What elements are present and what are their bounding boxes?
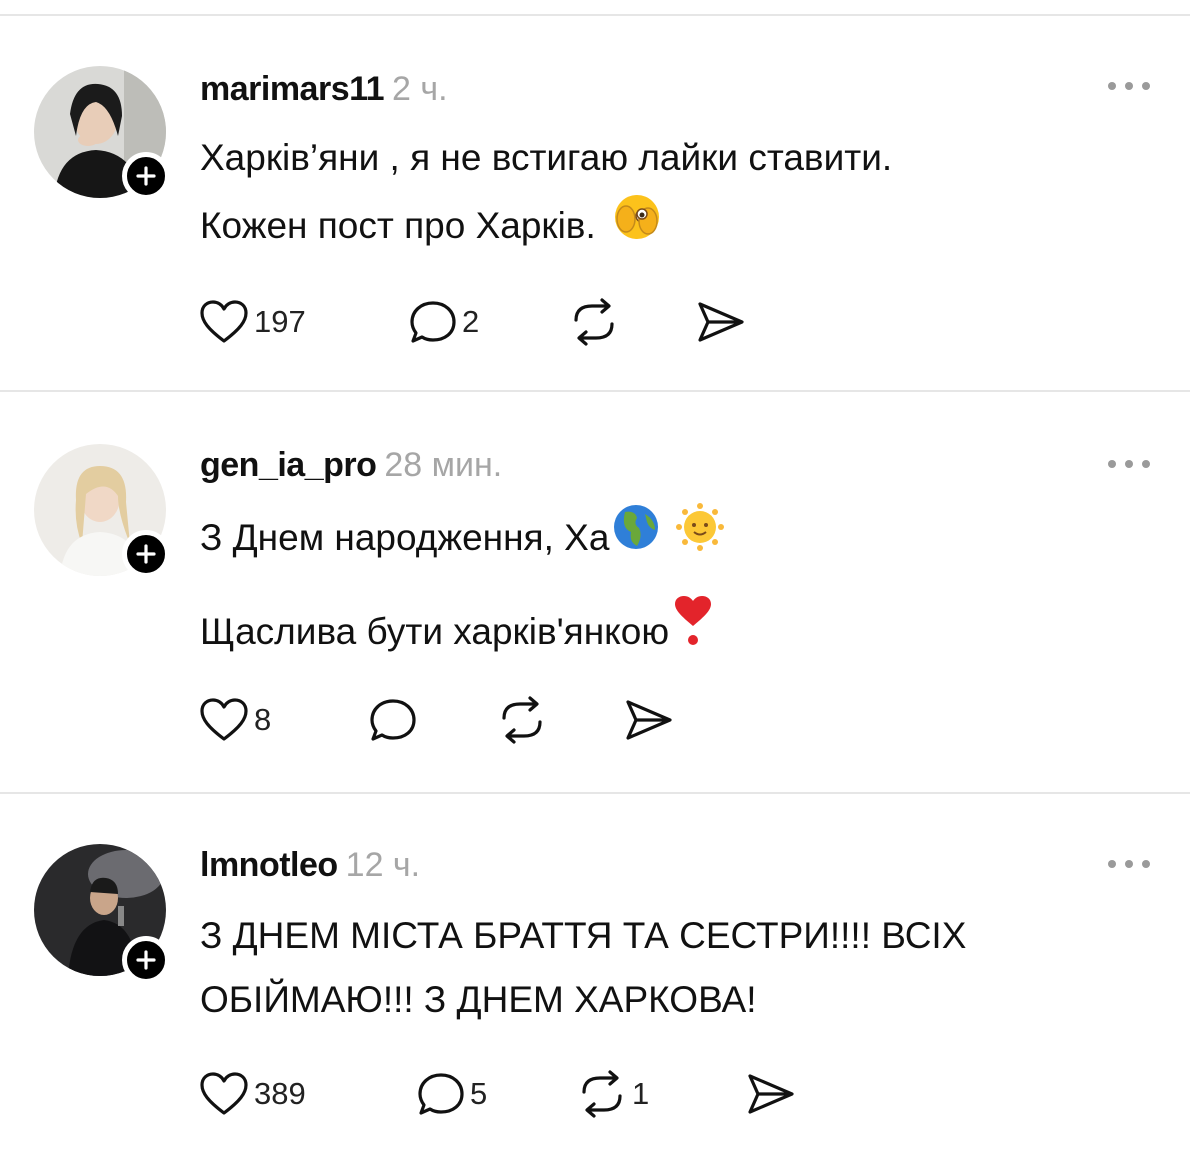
comment-count: 2: [462, 304, 480, 339]
like-count: 8: [254, 702, 272, 737]
globe-emoji: [611, 502, 661, 578]
follow-plus-button[interactable]: [122, 152, 170, 200]
comment-count: 5: [470, 1076, 488, 1111]
post-line-2: ОБІЙМАЮ!!! З ДНЕМ ХАРКОВА!: [200, 979, 757, 1020]
comment-icon: [370, 699, 416, 741]
post-line-2-text: Щаслива бути харків'янкою: [200, 611, 670, 653]
repost-count: 1: [632, 1076, 650, 1111]
heart-icon: [200, 1072, 248, 1115]
post-time: 12 ч.: [345, 846, 421, 884]
post-line-1: З Днем народження, Ха: [200, 500, 725, 578]
repost-button[interactable]: [568, 296, 620, 348]
username-text[interactable]: marimars11: [200, 70, 385, 108]
post-line-1-text: З Днем народження, Ха: [200, 517, 610, 558]
like-button[interactable]: 197: [198, 296, 306, 348]
share-button[interactable]: [694, 296, 748, 348]
plus-icon: [136, 166, 156, 186]
like-button[interactable]: 8: [198, 694, 271, 746]
post-text: З ДНЕМ МІСТА БРАТТЯ ТА СЕСТРИ!!!! ВСІХ О…: [200, 904, 966, 1032]
send-icon: [748, 1074, 794, 1114]
post-text: Харків’яни , я не встигаю лайки ставити.…: [200, 124, 892, 264]
like-count: 197: [254, 304, 306, 339]
comment-icon: [410, 301, 456, 343]
comment-button[interactable]: [368, 694, 418, 746]
repost-icon: [574, 298, 614, 346]
sun-face-emoji: [675, 502, 725, 578]
plus-icon: [136, 950, 156, 970]
send-icon: [698, 302, 744, 342]
face-with-eye-peeking-emoji: [612, 192, 662, 264]
post-line-2: Щаслива бути харків'янкою: [200, 594, 725, 674]
post-line-2: Кожен пост про Харків.: [200, 192, 892, 264]
more-options-button[interactable]: [1108, 458, 1150, 470]
follow-plus-button[interactable]: [122, 936, 170, 984]
send-icon: [626, 700, 672, 740]
post-time: 2 ч.: [392, 70, 448, 108]
repost-button[interactable]: [496, 694, 548, 746]
post-divider: [0, 390, 1190, 392]
post-line-1: З ДНЕМ МІСТА БРАТТЯ ТА СЕСТРИ!!!! ВСІХ: [200, 915, 967, 956]
more-options-button[interactable]: [1108, 858, 1150, 870]
username[interactable]: lmnotleo 12 ч.: [200, 846, 420, 885]
like-count: 389: [254, 1076, 306, 1111]
share-button[interactable]: [744, 1068, 798, 1120]
repost-icon: [502, 696, 542, 744]
username[interactable]: marimars11 2 ч.: [200, 70, 448, 109]
comment-icon: [418, 1073, 464, 1115]
heart-icon: [200, 698, 248, 741]
username-text[interactable]: gen_ia_pro: [200, 446, 377, 484]
post-text: З Днем народження, Ха Щаслива бути харкі…: [200, 500, 725, 674]
repost-button[interactable]: 1: [576, 1068, 649, 1120]
post-line-2-text: Кожен пост про Харків.: [200, 205, 596, 246]
heart-icon: [200, 300, 248, 343]
username-text[interactable]: lmnotleo: [200, 846, 338, 884]
post-time: 28 мин.: [384, 446, 503, 484]
comment-button[interactable]: 2: [408, 296, 479, 348]
post-line-1: Харків’яни , я не встигаю лайки ставити.: [200, 137, 893, 178]
heart-exclamation-emoji: [673, 594, 713, 674]
top-divider: [0, 14, 1190, 16]
comment-button[interactable]: 5: [416, 1068, 487, 1120]
plus-icon: [136, 544, 156, 564]
follow-plus-button[interactable]: [122, 530, 170, 578]
more-options-button[interactable]: [1108, 80, 1150, 92]
post-divider: [0, 792, 1190, 794]
username[interactable]: gen_ia_pro 28 мин.: [200, 446, 502, 485]
share-button[interactable]: [622, 694, 676, 746]
like-button[interactable]: 389: [198, 1068, 306, 1120]
repost-icon: [582, 1070, 622, 1118]
